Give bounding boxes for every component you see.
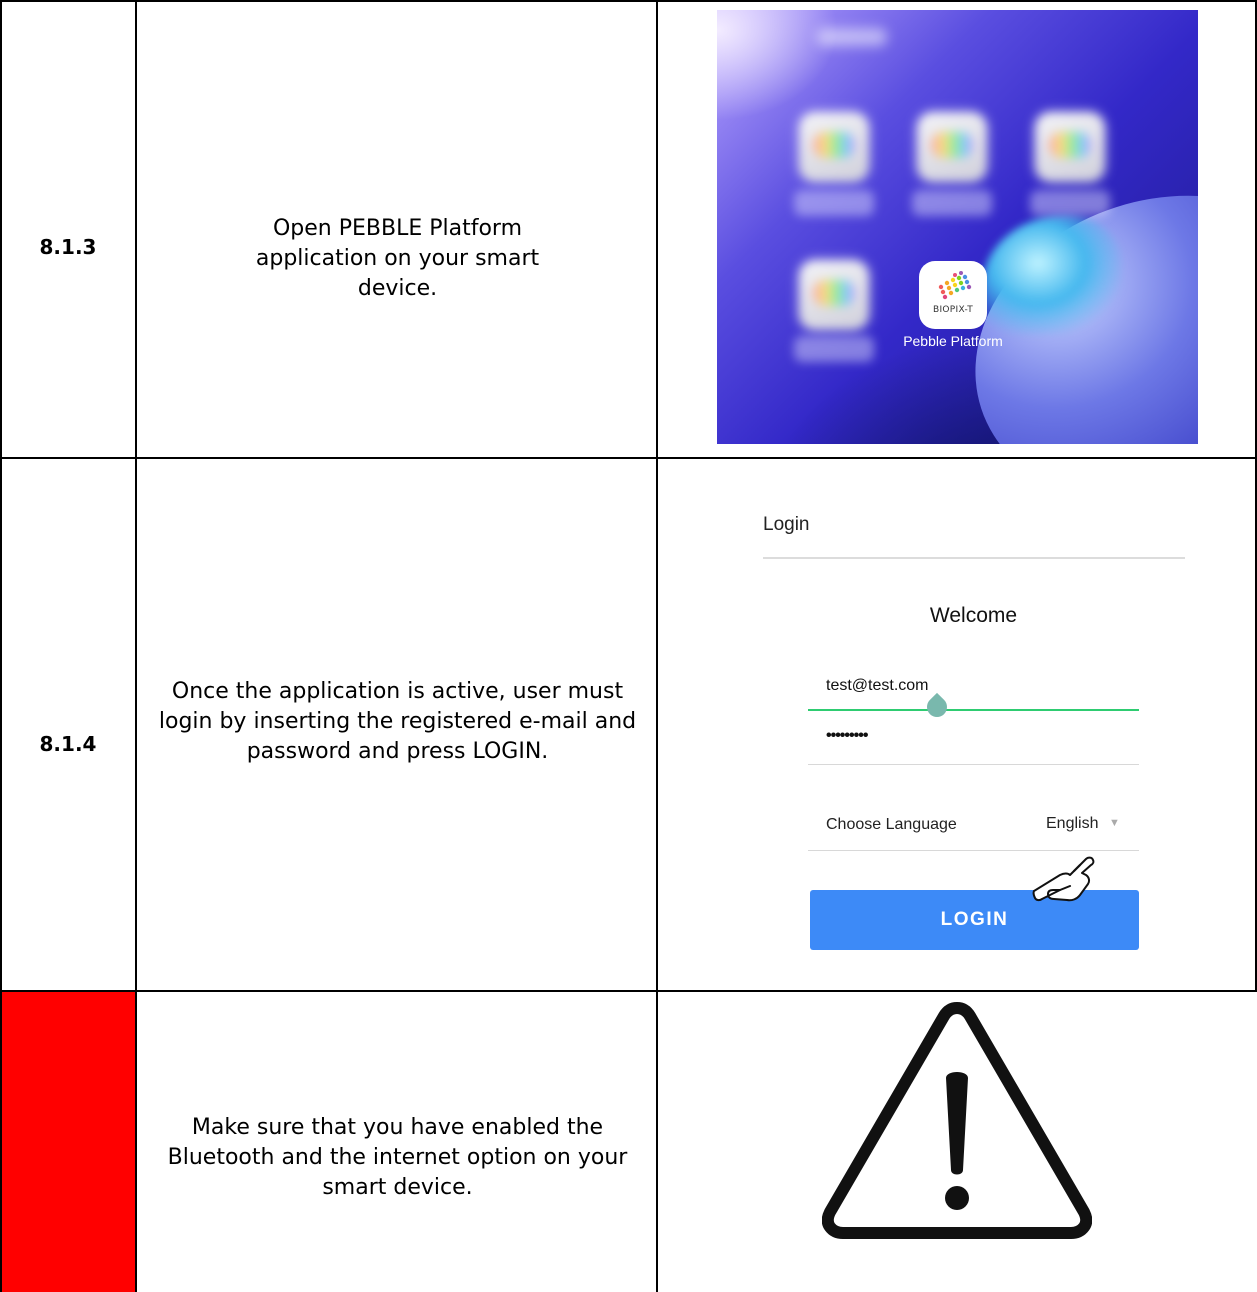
welcome-heading: Welcome — [929, 604, 1018, 627]
blurred-app-icon — [1035, 112, 1105, 182]
table-divider-col2 — [656, 0, 658, 1292]
step-number: 8.1.3 — [39, 235, 97, 259]
blurred-app-icon — [799, 112, 869, 182]
pebble-platform-app-icon[interactable]: BIOPIX-T — [919, 261, 987, 329]
header-divider — [763, 557, 1185, 559]
wallpaper-highlight — [982, 215, 1122, 335]
text-cursor-handle[interactable] — [922, 692, 952, 722]
step-instruction: Open PEBBLE Platform application on your… — [255, 216, 540, 301]
blurred-app-label — [1030, 190, 1110, 216]
language-select[interactable]: English — [1046, 815, 1098, 833]
warning-triangle-icon — [822, 1002, 1092, 1239]
blurred-app-icon — [799, 260, 869, 330]
blurred-app-label — [794, 190, 874, 216]
pointing-hand-icon — [1032, 856, 1095, 902]
email-field-underline — [808, 709, 1139, 711]
step-instruction: Make sure that you have enabled the Blue… — [167, 1115, 628, 1200]
step-instruction: Once the application is active, user mus… — [158, 679, 637, 764]
blurred-app-label — [912, 190, 992, 216]
app-label: Pebble Platform — [903, 333, 1003, 349]
password-field-underline — [808, 764, 1139, 765]
biopix-logo-icon — [938, 271, 972, 300]
warning-step-cell — [2, 992, 135, 1292]
login-screen-title: Login — [763, 514, 810, 535]
step-number: 8.1.4 — [39, 732, 97, 756]
table-divider-col1 — [135, 0, 137, 1292]
app-home-screenshot — [717, 10, 1198, 444]
password-field[interactable]: ••••••••• — [826, 727, 868, 745]
blurred-app-label — [794, 336, 874, 362]
blurred-folder-title — [817, 28, 887, 46]
dropdown-caret-icon[interactable]: ▼ — [1109, 817, 1120, 829]
table-row-divider-1 — [0, 457, 1257, 459]
app-icon-caption: BIOPIX-T — [932, 305, 974, 315]
language-label: Choose Language — [826, 816, 957, 833]
language-underline — [808, 850, 1139, 851]
email-field[interactable]: test@test.com — [826, 677, 929, 695]
blurred-app-icon — [917, 112, 987, 182]
table-border-top — [0, 0, 1257, 2]
